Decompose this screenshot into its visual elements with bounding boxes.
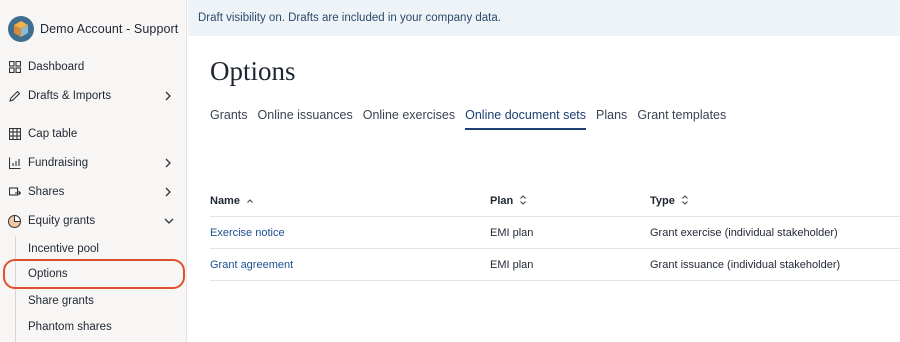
sidebar-item-cap-table[interactable]: Cap table xyxy=(8,122,180,146)
tab-grants[interactable]: Grants xyxy=(210,104,248,130)
dashboard-icon xyxy=(8,61,21,74)
chart-icon xyxy=(8,157,21,170)
draft-banner: Draft visibility on. Drafts are included… xyxy=(188,0,900,36)
sort-ascending-icon xyxy=(246,196,254,206)
column-header-type[interactable]: Type xyxy=(650,195,689,207)
chevron-right-icon xyxy=(164,157,174,169)
sidebar-item-drafts-imports[interactable]: Drafts & Imports xyxy=(8,84,180,108)
sidebar-subitem-incentive-pool[interactable]: Incentive pool xyxy=(28,239,99,259)
table-header: Name Plan Type xyxy=(210,186,900,217)
column-header-plan[interactable]: Plan xyxy=(490,195,527,207)
pencil-icon xyxy=(8,90,21,103)
account-switcher[interactable]: Demo Account - Support xyxy=(8,15,178,43)
chevron-right-icon xyxy=(164,186,174,198)
tab-plans[interactable]: Plans xyxy=(596,104,627,130)
sidebar-item-label: Fundraising xyxy=(28,157,89,169)
sidebar-item-shares[interactable]: Shares xyxy=(8,180,180,204)
page-title: Options xyxy=(210,56,296,86)
plan-cell: EMI plan xyxy=(490,259,534,271)
pie-icon xyxy=(8,214,21,228)
tab-grant-templates[interactable]: Grant templates xyxy=(637,104,726,130)
chevron-down-icon xyxy=(164,215,174,227)
sort-icon xyxy=(519,195,527,207)
type-cell: Grant issuance (individual stakeholder) xyxy=(650,259,841,271)
table-icon xyxy=(8,128,21,141)
company-logo-icon xyxy=(8,16,34,42)
sidebar-item-label: Equity grants xyxy=(28,215,96,227)
chevron-right-icon xyxy=(164,90,174,102)
sidebar-item-label: Shares xyxy=(28,186,65,198)
plan-cell: EMI plan xyxy=(490,227,534,239)
sort-icon xyxy=(681,195,689,207)
tab-online-document-sets[interactable]: Online document sets xyxy=(465,104,587,130)
sidebar-item-fundraising[interactable]: Fundraising xyxy=(8,151,180,175)
sidebar-subitem-options[interactable]: Options xyxy=(28,264,68,284)
shares-icon xyxy=(8,186,21,199)
document-sets-table: Name Plan Type Exercise notice EMI plan … xyxy=(210,186,900,281)
column-label: Type xyxy=(650,195,675,207)
sidebar-subitem-share-grants[interactable]: Share grants xyxy=(28,291,94,311)
tab-online-issuances[interactable]: Online issuances xyxy=(258,104,353,130)
column-label: Name xyxy=(210,195,240,207)
sidebar-item-equity-grants[interactable]: Equity grants xyxy=(8,209,180,233)
column-header-name[interactable]: Name xyxy=(210,195,254,207)
sidebar-subitem-phantom-shares[interactable]: Phantom shares xyxy=(28,317,112,337)
submenu-divider xyxy=(15,236,16,342)
table-row: Exercise notice EMI plan Grant exercise … xyxy=(210,217,900,249)
account-name: Demo Account - Support xyxy=(40,22,179,36)
type-cell: Grant exercise (individual stakeholder) xyxy=(650,227,838,239)
sidebar-item-dashboard[interactable]: Dashboard xyxy=(8,55,180,79)
sidebar-item-label: Dashboard xyxy=(28,61,85,73)
sidebar-item-label: Drafts & Imports xyxy=(28,90,112,102)
sidebar: Demo Account - Support Dashboard Drafts … xyxy=(0,0,187,342)
document-name-link[interactable]: Grant agreement xyxy=(210,259,293,271)
table-row: Grant agreement EMI plan Grant issuance … xyxy=(210,249,900,281)
sidebar-item-label: Cap table xyxy=(28,128,78,140)
tab-online-exercises[interactable]: Online exercises xyxy=(363,104,455,130)
column-label: Plan xyxy=(490,195,514,207)
document-name-link[interactable]: Exercise notice xyxy=(210,227,285,239)
tab-bar: Grants Online issuances Online exercises… xyxy=(210,104,736,130)
